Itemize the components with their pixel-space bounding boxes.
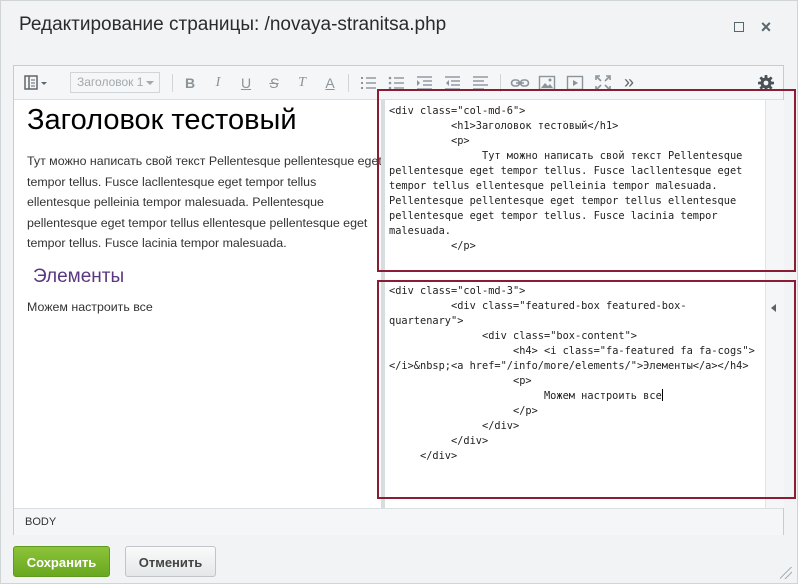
toolbar-divider: [500, 74, 501, 92]
html-editor: Заголовок 1 B I U S T A » Заголовок тест…: [13, 65, 784, 535]
toolbar-divider: [172, 74, 173, 92]
video-icon[interactable]: [566, 74, 584, 92]
text-cursor: [661, 389, 663, 401]
settings-icon[interactable]: [757, 74, 775, 92]
view-mode-icon[interactable]: [24, 74, 50, 92]
link-icon[interactable]: [510, 74, 530, 92]
editor-statusbar: BODY: [14, 508, 783, 535]
code-block-1: <div class="col-md-6"> <h1>Заголовок тес…: [389, 105, 743, 252]
content-subheading: Элементы: [33, 266, 125, 287]
content-paragraph-2: Можем настроить все: [27, 300, 153, 314]
unordered-list-icon[interactable]: [388, 74, 406, 92]
close-icon[interactable]: ×: [758, 18, 774, 36]
code-block-2-text: <div class="col-md-3"> <div class="featu…: [389, 285, 755, 402]
save-button[interactable]: Сохранить: [13, 546, 110, 577]
toolbar-divider: [348, 74, 349, 92]
bold-icon[interactable]: B: [182, 74, 198, 92]
code-block-2: <div class="col-md-3"> <div class="featu…: [389, 284, 759, 464]
content-paragraph: Тут можно написать свой текст Pellentesq…: [27, 154, 382, 250]
align-icon[interactable]: [472, 74, 490, 92]
dialog-titlebar[interactable]: Редактирование страницы: /novaya-stranit…: [1, 1, 797, 53]
image-icon[interactable]: [538, 74, 556, 92]
text-color-icon[interactable]: A: [322, 74, 338, 92]
cancel-button[interactable]: Отменить: [125, 546, 216, 577]
italic-icon[interactable]: I: [210, 74, 226, 92]
content-heading: Заголовок тестовый: [27, 104, 297, 136]
maximize-icon[interactable]: [731, 19, 747, 35]
strikethrough-icon[interactable]: S: [266, 74, 282, 92]
code-block-2-tail: </p> </div> </div> </div>: [420, 405, 538, 462]
underline-icon[interactable]: U: [238, 74, 254, 92]
clear-format-icon[interactable]: T: [294, 74, 310, 92]
code-gutter: [381, 100, 385, 508]
style-select-value: Заголовок 1: [77, 75, 144, 89]
collapse-arrow-icon[interactable]: [771, 304, 776, 312]
edit-page-dialog: Редактирование страницы: /novaya-stranit…: [0, 0, 798, 584]
element-path[interactable]: BODY: [25, 509, 56, 535]
resize-grip-icon[interactable]: [780, 567, 792, 579]
wysiwyg-content[interactable]: Заголовок тестовый Тут можно написать св…: [14, 100, 383, 508]
chevron-down-icon: [146, 81, 154, 85]
indent-icon[interactable]: [416, 74, 434, 92]
style-select[interactable]: Заголовок 1: [70, 72, 160, 93]
more-icon[interactable]: »: [621, 73, 637, 92]
fullscreen-icon[interactable]: [594, 74, 612, 92]
editor-toolbar: Заголовок 1 B I U S T A »: [14, 66, 783, 100]
source-code-editor[interactable]: <div class="col-md-6"> <h1>Заголовок тес…: [389, 104, 764, 508]
dialog-title: Редактирование страницы: /novaya-stranit…: [19, 14, 447, 35]
ordered-list-icon[interactable]: [360, 74, 378, 92]
outdent-icon[interactable]: [444, 74, 462, 92]
